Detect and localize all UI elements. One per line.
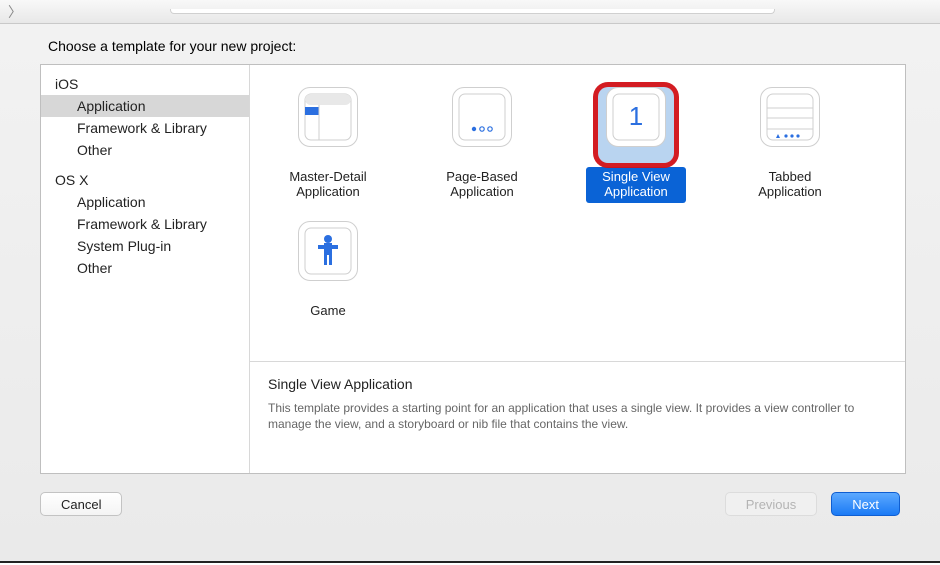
template-chooser: iOS Application Framework & Library Othe…	[40, 64, 906, 474]
template-page-based[interactable]: Page-Based Application	[432, 79, 532, 203]
master-detail-icon	[304, 93, 352, 141]
toolbar-field	[170, 9, 775, 14]
sidebar-item-ios-other[interactable]: Other	[41, 139, 249, 161]
sidebar-item-ios-framework-library[interactable]: Framework & Library	[41, 117, 249, 139]
template-label: Page-Based Application	[432, 167, 532, 203]
template-grid: Master-Detail Application	[250, 65, 905, 361]
template-description-title: Single View Application	[268, 376, 887, 392]
window-titlebar: 〉	[0, 0, 940, 24]
template-description-body: This template provides a starting point …	[268, 400, 887, 432]
template-description-panel: Single View Application This template pr…	[250, 361, 905, 473]
template-label: Game	[278, 301, 378, 322]
svg-text:1: 1	[629, 101, 643, 131]
sidebar-category-ios: iOS	[41, 73, 249, 95]
sidebar-item-ios-application[interactable]: Application	[41, 95, 249, 117]
template-category-sidebar: iOS Application Framework & Library Othe…	[41, 65, 250, 473]
template-label: Single View Application	[586, 167, 686, 203]
next-button[interactable]: Next	[831, 492, 900, 516]
template-label: Master-Detail Application	[278, 167, 378, 203]
sidebar-item-osx-other[interactable]: Other	[41, 257, 249, 279]
sidebar-item-osx-system-plugin[interactable]: System Plug-in	[41, 235, 249, 257]
breadcrumb-chevron-icon: 〉	[0, 2, 30, 22]
template-tabbed[interactable]: Tabbed Application	[740, 79, 840, 203]
single-view-icon: 1	[612, 93, 660, 141]
previous-button: Previous	[725, 492, 818, 516]
cancel-button[interactable]: Cancel	[40, 492, 122, 516]
sheet-prompt: Choose a template for your new project:	[48, 38, 922, 54]
sidebar-category-osx: OS X	[41, 169, 249, 191]
page-based-icon	[458, 93, 506, 141]
template-master-detail[interactable]: Master-Detail Application	[278, 79, 378, 203]
template-game[interactable]: Game	[278, 213, 378, 322]
template-single-view[interactable]: 1 Single View Application	[586, 79, 686, 203]
tabbed-icon	[766, 93, 814, 141]
sidebar-item-osx-application[interactable]: Application	[41, 191, 249, 213]
template-right-pane: Master-Detail Application	[250, 65, 905, 473]
template-label: Tabbed Application	[740, 167, 840, 203]
sidebar-item-osx-framework-library[interactable]: Framework & Library	[41, 213, 249, 235]
sheet-button-row: Cancel Previous Next	[18, 492, 922, 516]
game-icon	[304, 227, 352, 275]
new-project-sheet: Choose a template for your new project: …	[0, 24, 940, 563]
